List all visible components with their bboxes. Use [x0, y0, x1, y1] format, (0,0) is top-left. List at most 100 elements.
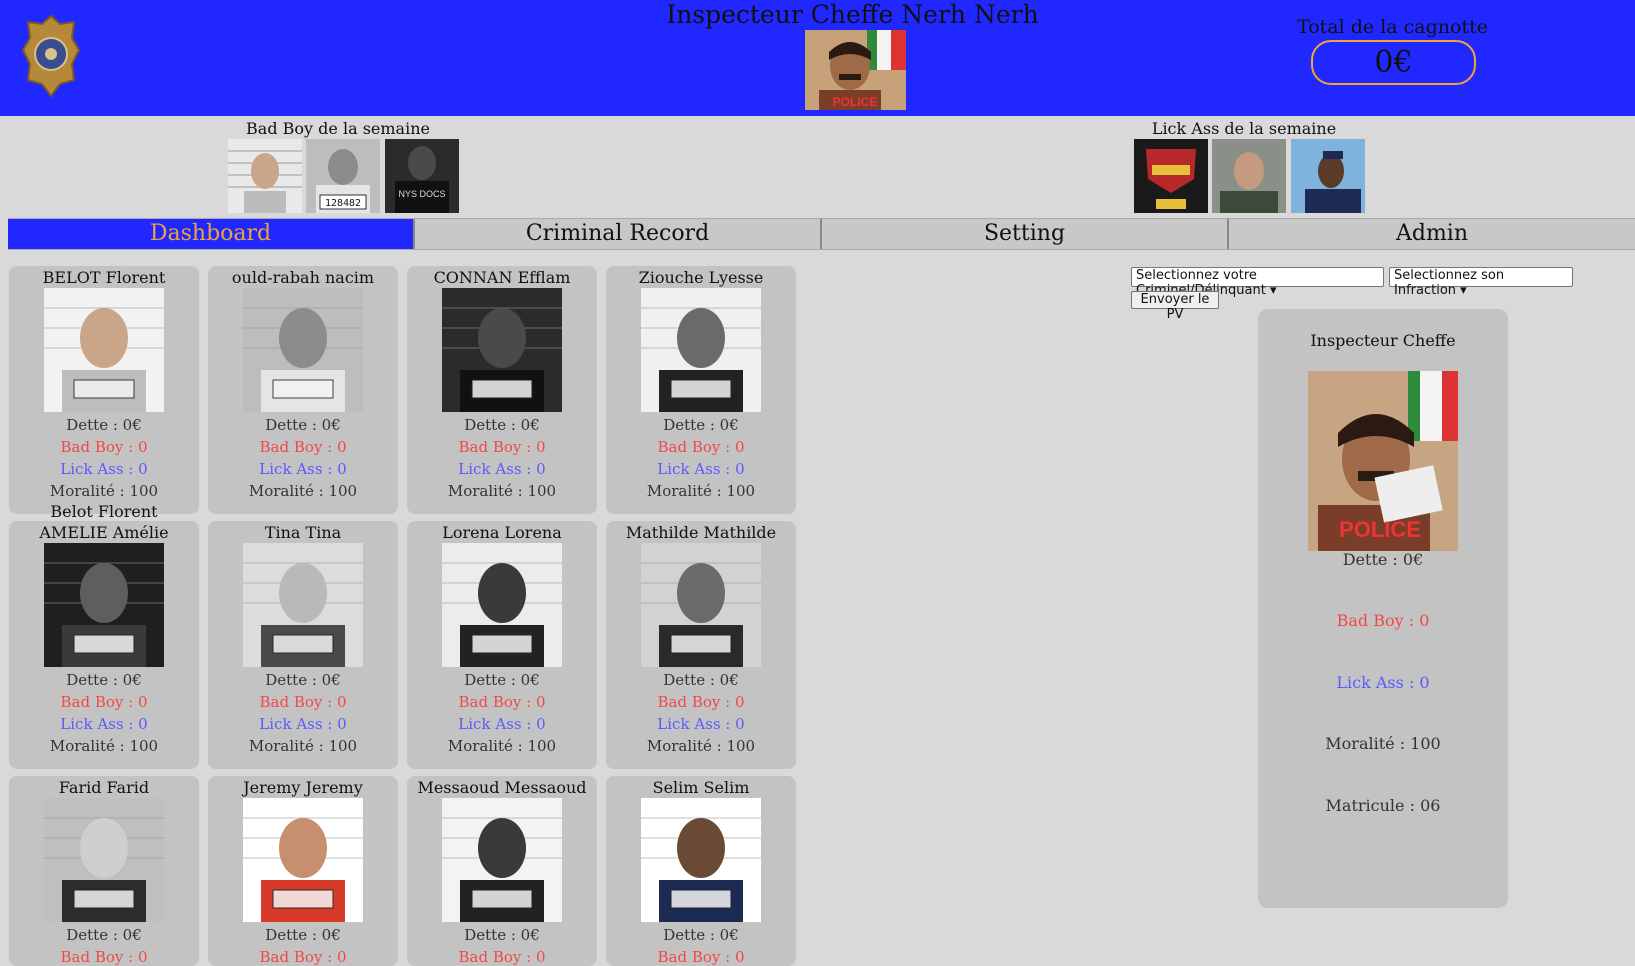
bad-boy-week-title: Bad Boy de la semaine: [246, 119, 430, 138]
card-bad-boy: Bad Boy : 0: [657, 438, 745, 456]
card-name: Jeremy Jeremy: [243, 778, 363, 797]
criminal-card[interactable]: Messaoud Messaoud Dette : 0€ Bad Boy : 0: [407, 776, 597, 966]
tab-dashboard[interactable]: Dashboard: [8, 219, 415, 249]
police-badge-icon: [22, 14, 80, 98]
profile-moralite: Moralité : 100: [1325, 734, 1441, 753]
card-name: Lorena Lorena: [442, 523, 562, 542]
card-name: BELOT Florent: [42, 268, 166, 287]
criminal-card[interactable]: Ziouche Lyesse Dette : 0€ Bad Boy : 0 Lick …: [606, 266, 796, 514]
criminal-card[interactable]: Jeremy Jeremy Dette : 0€ Bad Boy : 0: [208, 776, 398, 966]
criminal-card[interactable]: Selim Selim Dette : 0€ Bad Boy : 0: [606, 776, 796, 966]
card-lick-ass: Lick Ass : 0: [60, 715, 148, 733]
infraction-select[interactable]: Selectionnez son Infraction ▾: [1389, 267, 1573, 298]
cagnotte-total: 0€: [1311, 40, 1476, 85]
send-pv-button[interactable]: Envoyer le PV: [1131, 291, 1219, 322]
mugshot-photo: [442, 288, 562, 412]
mugshot-photo: [641, 798, 761, 922]
card-moralite: Moralité : 100: [646, 737, 756, 755]
card-dette: Dette : 0€: [464, 926, 540, 944]
card-bad-boy: Bad Boy : 0: [259, 438, 347, 456]
card-dette: Dette : 0€: [464, 416, 540, 434]
mugshot-photo: [44, 543, 164, 667]
profile-bad-boy: Bad Boy : 0: [1336, 611, 1430, 630]
mugshot-photo: [44, 798, 164, 922]
card-name: Tina Tina: [264, 523, 342, 542]
svg-text:128482: 128482: [325, 198, 361, 209]
svg-text:POLICE: POLICE: [1339, 517, 1421, 542]
criminal-select[interactable]: Selectionnez votre Criminel/Délinquant ▾: [1131, 267, 1384, 298]
mugshot-photo: [243, 288, 363, 412]
profile-photo: POLICE: [1308, 371, 1458, 551]
card-lick-ass: Lick Ass : 0: [458, 460, 546, 478]
criminal-card[interactable]: Farid Farid Dette : 0€ Bad Boy : 0: [9, 776, 199, 966]
criminal-card[interactable]: CONNAN Efflam Dette : 0€ Bad Boy : 0 Lick A…: [407, 266, 597, 514]
card-lick-ass: Lick Ass : 0: [458, 715, 546, 733]
card-name: CONNAN Efflam: [433, 268, 571, 287]
tab-criminal-record[interactable]: Criminal Record: [415, 219, 822, 249]
card-bad-boy: Bad Boy : 0: [657, 948, 745, 966]
card-moralite: Moralité : 100: [447, 482, 557, 500]
card-dette: Dette : 0€: [265, 926, 341, 944]
card-moralite: Moralité : 100: [646, 482, 756, 500]
lick-ass-week-photo[interactable]: [1134, 139, 1208, 213]
card-dette: Dette : 0€: [663, 926, 739, 944]
card-bad-boy: Bad Boy : 0: [458, 693, 546, 711]
profile-dette: Dette : 0€: [1342, 550, 1424, 569]
card-dette: Dette : 0€: [663, 671, 739, 689]
tab-admin[interactable]: Admin: [1229, 219, 1635, 249]
card-bad-boy: Bad Boy : 0: [458, 948, 546, 966]
criminal-card[interactable]: Tina Tina Dette : 0€ Bad Boy : 0 Lick Ass :…: [208, 521, 398, 769]
card-moralite: Moralité : 100: [248, 737, 358, 755]
card-name: Mathilde Mathilde: [625, 523, 777, 542]
profile-matricule: Matricule : 06: [1325, 796, 1441, 815]
criminal-card[interactable]: AMELIE Amélie Dette : 0€ Bad Boy : 0 Lick A…: [9, 521, 199, 769]
profile-lick-ass: Lick Ass : 0: [1336, 673, 1430, 692]
card-dette: Dette : 0€: [265, 671, 341, 689]
card-bad-boy: Bad Boy : 0: [458, 438, 546, 456]
card-lick-ass: Lick Ass : 0: [657, 460, 745, 478]
card-name: AMELIE Amélie: [39, 523, 169, 542]
svg-text:NYS DOCS: NYS DOCS: [398, 189, 445, 199]
card-lick-ass: Lick Ass : 0: [657, 715, 745, 733]
inspector-avatar[interactable]: POLICE: [805, 30, 906, 110]
card-name: Selim Selim: [652, 778, 750, 797]
criminal-card[interactable]: Lorena Lorena Dette : 0€ Bad Boy : 0 Lick A…: [407, 521, 597, 769]
bad-boy-week-photo[interactable]: [228, 139, 302, 213]
criminal-card[interactable]: Mathilde Mathilde Dette : 0€ Bad Boy : 0 Li…: [606, 521, 796, 769]
card-name: Messaoud Messaoud: [417, 778, 587, 797]
card-bad-boy: Bad Boy : 0: [657, 693, 745, 711]
card-bad-boy: Bad Boy : 0: [259, 693, 347, 711]
bad-boy-week-photo[interactable]: 128482: [306, 139, 380, 213]
card-dette: Dette : 0€: [66, 926, 142, 944]
top-header: Inspecteur Cheffe Nerh Nerh POLICE Total…: [0, 0, 1635, 116]
card-dette: Dette : 0€: [464, 671, 540, 689]
mugshot-photo: [44, 288, 164, 412]
card-moralite: Moralité : 100: [248, 482, 358, 500]
card-dette: Dette : 0€: [66, 671, 142, 689]
card-moralite: Moralité : 100: [49, 737, 159, 755]
mugshot-photo: [243, 543, 363, 667]
main-nav: Dashboard Criminal Record Setting Admin: [8, 218, 1635, 250]
mugshot-photo: [243, 798, 363, 922]
card-lick-ass: Lick Ass : 0: [259, 715, 347, 733]
criminal-card[interactable]: ould-rabah nacim Dette : 0€ Bad Boy : 0 Lic…: [208, 266, 398, 514]
profile-title: Inspecteur Cheffe: [1310, 331, 1456, 350]
tab-setting[interactable]: Setting: [822, 219, 1229, 249]
card-moralite: Moralité : 100: [49, 482, 159, 500]
bad-boy-week-photo[interactable]: NYS DOCS: [385, 139, 459, 213]
card-name: Ziouche Lyesse: [638, 268, 764, 287]
card-bad-boy: Bad Boy : 0: [259, 948, 347, 966]
cagnotte-label: Total de la cagnotte: [1297, 16, 1488, 38]
card-overflow-name: Belot Florent: [50, 502, 158, 521]
card-bad-boy: Bad Boy : 0: [60, 693, 148, 711]
svg-text:POLICE: POLICE: [833, 95, 878, 109]
mugshot-photo: [442, 543, 562, 667]
lick-ass-week-photo[interactable]: [1212, 139, 1286, 213]
card-lick-ass: Lick Ass : 0: [60, 460, 148, 478]
card-bad-boy: Bad Boy : 0: [60, 438, 148, 456]
criminal-card[interactable]: BELOT Florent Dette : 0€ Bad Boy : 0 Lick A…: [9, 266, 199, 521]
lick-ass-week-photo[interactable]: [1291, 139, 1365, 213]
card-dette: Dette : 0€: [66, 416, 142, 434]
card-dette: Dette : 0€: [265, 416, 341, 434]
mugshot-photo: [641, 543, 761, 667]
